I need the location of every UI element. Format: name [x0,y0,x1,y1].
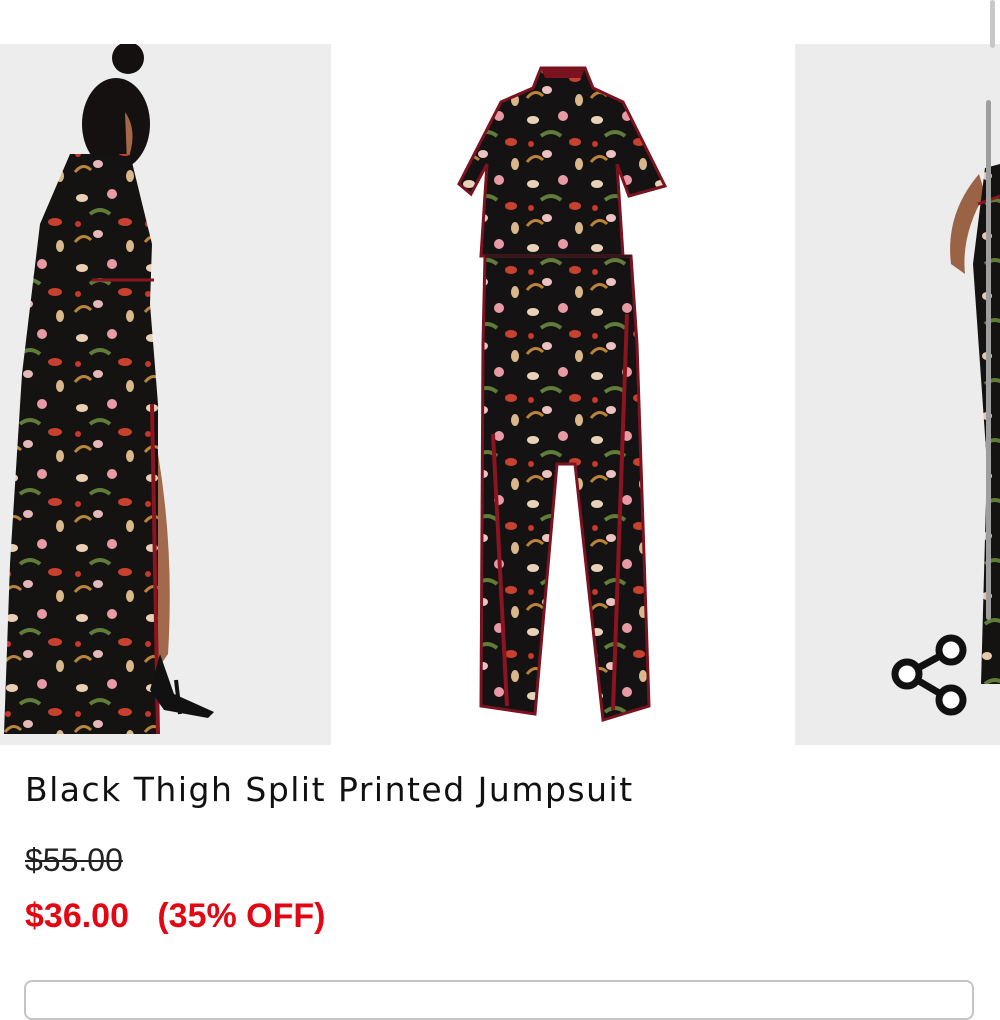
share-icon [891,634,967,716]
size-select-box[interactable] [24,980,974,1020]
gallery-scrollbar[interactable] [986,100,991,620]
gallery-top-scrollbar[interactable] [990,0,995,48]
product-title: Black Thigh Split Printed Jumpsuit [25,770,634,809]
product-image-gallery[interactable] [0,0,1000,748]
discount-percent: (35% OFF) [157,897,326,935]
sale-price: $36.00 [25,897,129,935]
product-image-flat-lay[interactable] [331,44,795,745]
product-image-back-view[interactable] [0,44,331,745]
original-price: $55.00 [25,842,123,878]
share-button[interactable] [885,630,973,718]
sale-price-line: $36.00 (35% OFF) [25,897,325,936]
discount-badge [138,897,147,935]
